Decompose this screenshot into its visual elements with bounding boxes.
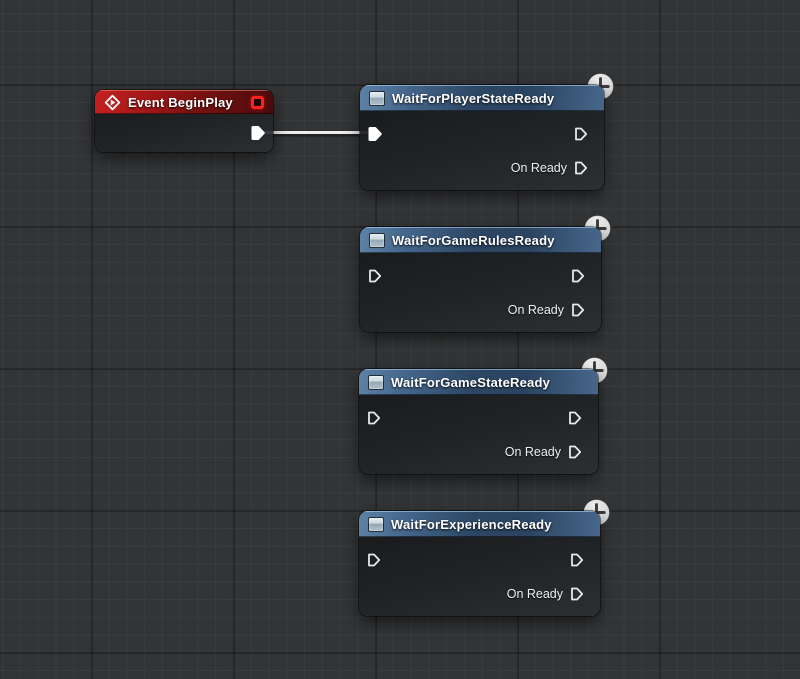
node-wait-for-experience-ready[interactable]: WaitForExperienceReady On Ready xyxy=(359,511,600,616)
node-title: WaitForGameStateReady xyxy=(391,375,550,390)
on-ready-pin-label: On Ready xyxy=(505,445,561,459)
node-title: WaitForPlayerStateReady xyxy=(392,91,554,106)
exec-input-pin[interactable] xyxy=(367,268,383,284)
on-ready-output-pin[interactable] xyxy=(573,160,589,176)
async-function-icon xyxy=(368,375,384,390)
on-ready-pin-label: On Ready xyxy=(511,161,567,175)
async-node-header[interactable]: WaitForPlayerStateReady xyxy=(360,85,604,111)
node-title: Event BeginPlay xyxy=(128,95,233,110)
exec-input-pin[interactable] xyxy=(366,552,382,568)
async-function-icon xyxy=(369,233,385,248)
exec-input-pin[interactable] xyxy=(367,126,383,142)
node-group-wait-experience: WaitForExperienceReady On Ready xyxy=(359,511,600,616)
async-function-icon xyxy=(369,91,385,106)
exec-output-pin[interactable] xyxy=(250,125,266,141)
exec-output-pin[interactable] xyxy=(567,410,583,426)
node-wait-for-player-state-ready[interactable]: WaitForPlayerStateReady On Ready xyxy=(360,85,604,190)
async-node-header[interactable]: WaitForExperienceReady xyxy=(359,511,600,537)
node-group-wait-game-state: WaitForGameStateReady On Ready xyxy=(359,369,598,474)
node-title: WaitForExperienceReady xyxy=(391,517,552,532)
delegate-pin[interactable] xyxy=(251,96,264,109)
exec-output-pin[interactable] xyxy=(569,552,585,568)
node-group-wait-game-rules: WaitForGameRulesReady On Ready xyxy=(360,227,601,332)
on-ready-output-pin[interactable] xyxy=(567,444,583,460)
on-ready-pin-label: On Ready xyxy=(507,587,563,601)
event-icon xyxy=(104,94,121,111)
async-node-header[interactable]: WaitForGameRulesReady xyxy=(360,227,601,253)
async-node-header[interactable]: WaitForGameStateReady xyxy=(359,369,598,395)
exec-input-pin[interactable] xyxy=(366,410,382,426)
node-group-wait-player-state: WaitForPlayerStateReady On Ready xyxy=(360,85,604,190)
exec-output-pin[interactable] xyxy=(573,126,589,142)
on-ready-output-pin[interactable] xyxy=(570,302,586,318)
node-wait-for-game-state-ready[interactable]: WaitForGameStateReady On Ready xyxy=(359,369,598,474)
event-node-header[interactable]: Event BeginPlay xyxy=(95,90,273,114)
exec-wire[interactable] xyxy=(260,131,374,134)
on-ready-output-pin[interactable] xyxy=(569,586,585,602)
node-event-beginplay[interactable]: Event BeginPlay xyxy=(95,90,273,152)
exec-output-pin[interactable] xyxy=(570,268,586,284)
node-wait-for-game-rules-ready[interactable]: WaitForGameRulesReady On Ready xyxy=(360,227,601,332)
async-function-icon xyxy=(368,517,384,532)
blueprint-graph-canvas[interactable]: Event BeginPlay WaitForPlayerStateReady xyxy=(0,0,800,679)
on-ready-pin-label: On Ready xyxy=(508,303,564,317)
node-title: WaitForGameRulesReady xyxy=(392,233,555,248)
